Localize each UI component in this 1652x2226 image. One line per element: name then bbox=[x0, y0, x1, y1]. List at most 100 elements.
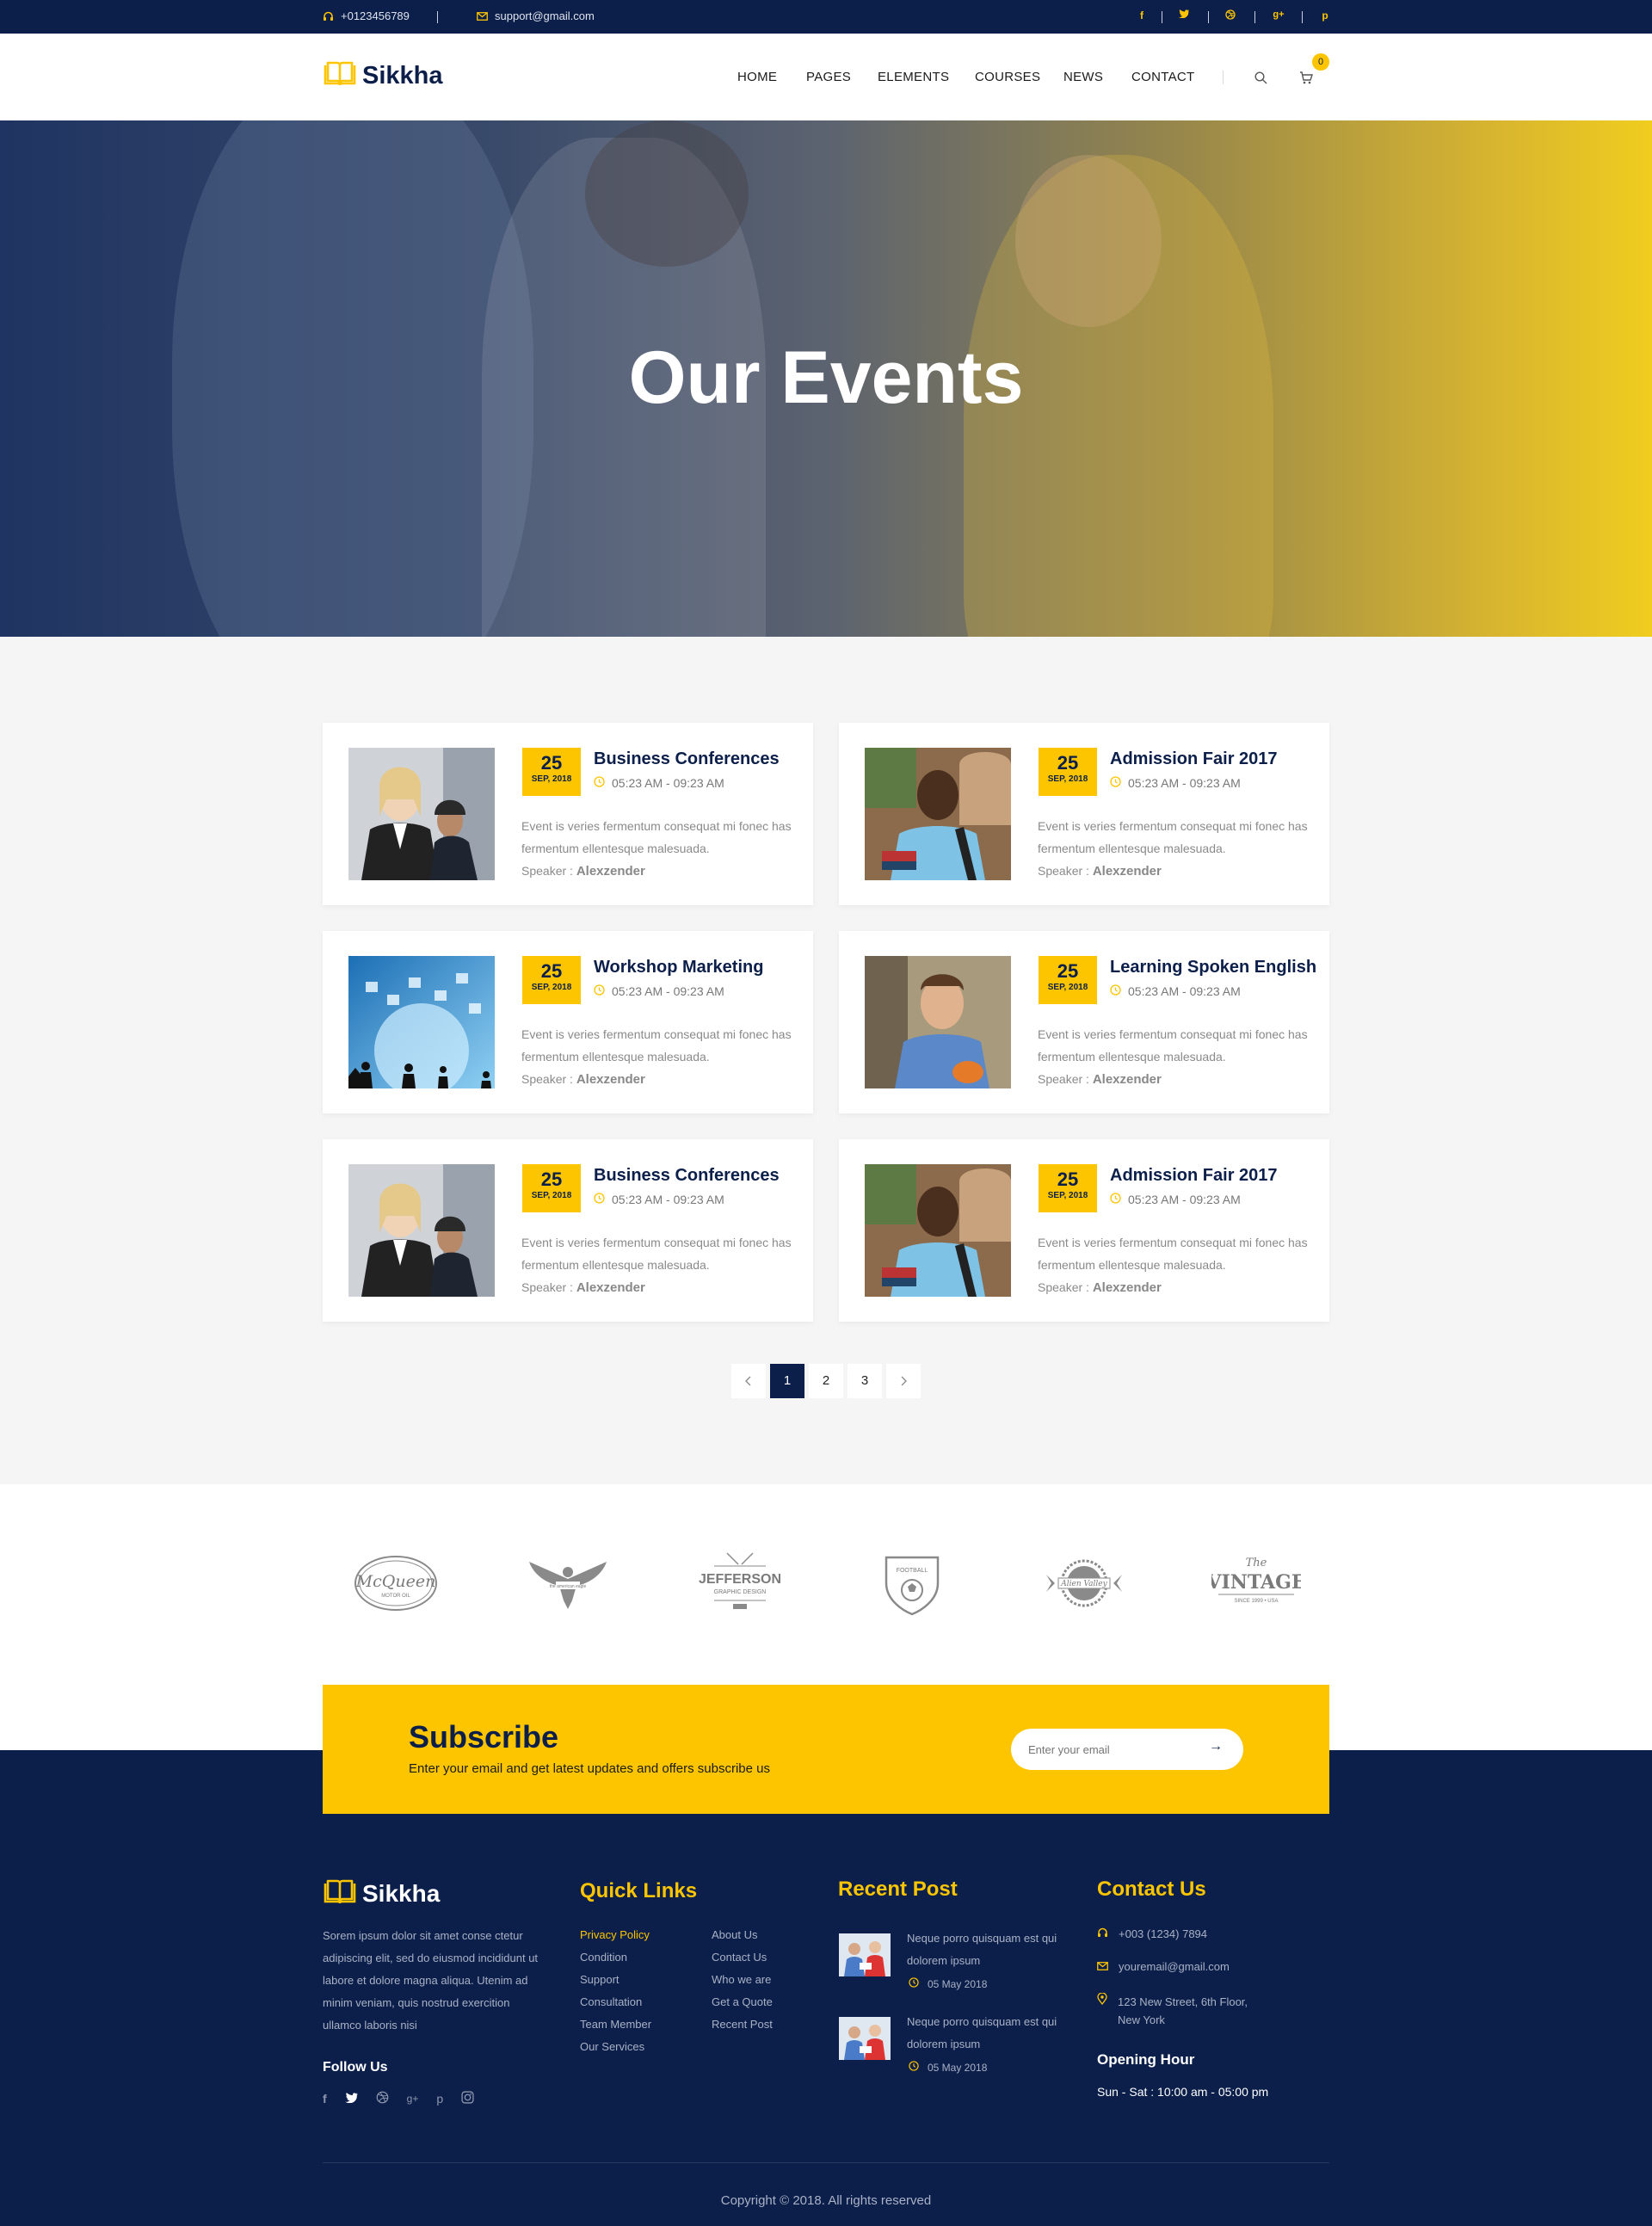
subscribe-submit-arrow-icon[interactable]: → bbox=[1209, 1739, 1223, 1754]
footer-link-condition[interactable]: Condition bbox=[580, 1951, 627, 1964]
topbar-email[interactable]: support@gmail.com bbox=[477, 9, 595, 22]
footer-link-privacy-policy[interactable]: Privacy Policy bbox=[580, 1928, 650, 1941]
headphones-icon bbox=[323, 11, 334, 22]
contact-email-text: youremail@gmail.com bbox=[1119, 1960, 1230, 1973]
speaker-label: Speaker : bbox=[521, 864, 573, 878]
event-card[interactable]: 25 SEP, 2018 Business Conferences 05:23 A… bbox=[323, 1139, 813, 1322]
facebook-icon[interactable]: f bbox=[323, 2092, 327, 2106]
footer-link-get-a-quote[interactable]: Get a Quote bbox=[712, 1995, 773, 2008]
brand-logo-jefferson: JEFFERSON GRAPHIC DESIGN bbox=[693, 1549, 787, 1618]
brand-logo-alien-valley: Alien Valley bbox=[1037, 1549, 1131, 1618]
event-date: 25 SEP, 2018 bbox=[522, 956, 581, 1004]
footer-link-team-member[interactable]: Team Member bbox=[580, 2018, 651, 2031]
search-icon[interactable] bbox=[1254, 71, 1267, 89]
contact-phone[interactable]: +003 (1234) 7894 bbox=[1097, 1927, 1207, 1940]
cart-icon[interactable] bbox=[1299, 71, 1313, 89]
event-card[interactable]: 25 SEP, 2018 Admission Fair 2017 05:23 AM… bbox=[839, 723, 1329, 905]
divider bbox=[1223, 71, 1224, 84]
dribbble-icon[interactable] bbox=[1225, 9, 1239, 20]
event-month: SEP, 2018 bbox=[531, 1191, 572, 1200]
recent-post-thumbnail[interactable] bbox=[839, 2017, 891, 2060]
topbar-phone[interactable]: +0123456789 bbox=[323, 9, 410, 22]
event-card[interactable]: 25 SEP, 2018 Workshop Marketing 05:23 AM … bbox=[323, 931, 813, 1113]
event-title[interactable]: Business Conferences bbox=[594, 749, 780, 769]
event-title[interactable]: Admission Fair 2017 bbox=[1110, 1166, 1278, 1186]
hero-photo bbox=[1015, 155, 1162, 327]
twitter-icon[interactable] bbox=[344, 2092, 358, 2106]
event-month: SEP, 2018 bbox=[531, 983, 572, 992]
book-icon bbox=[323, 61, 357, 91]
facebook-icon[interactable]: f bbox=[1135, 9, 1149, 22]
google-plus-icon[interactable]: g+ bbox=[1272, 9, 1285, 20]
footer-logo-text: Sikkha bbox=[362, 1879, 441, 1907]
footer-link-our-services[interactable]: Our Services bbox=[580, 2040, 644, 2053]
pagination-page-2[interactable]: 2 bbox=[809, 1364, 843, 1398]
nav-courses[interactable]: COURSES bbox=[975, 70, 1040, 84]
recent-post-heading: Recent Post bbox=[838, 1878, 958, 1901]
pinterest-icon[interactable]: p bbox=[1318, 9, 1332, 22]
contact-us-heading: Contact Us bbox=[1097, 1878, 1206, 1901]
event-title[interactable]: Admission Fair 2017 bbox=[1110, 749, 1278, 769]
footer-link-contact-us[interactable]: Contact Us bbox=[712, 1951, 767, 1964]
event-time-text: 05:23 AM - 09:23 AM bbox=[612, 984, 724, 998]
footer-logo[interactable]: Sikkha bbox=[323, 1879, 440, 1908]
copyright: Copyright © 2018. All rights reserved bbox=[720, 2193, 932, 2208]
pagination-page-3[interactable]: 3 bbox=[848, 1364, 882, 1398]
brand-text: MOTOR OIL bbox=[381, 1594, 410, 1599]
event-card[interactable]: 25 SEP, 2018 Business Conferences 05:23 A… bbox=[323, 723, 813, 905]
event-time-text: 05:23 AM - 09:23 AM bbox=[612, 1193, 724, 1206]
site-footer: Sikkha Sorem ipsum dolor sit amet conse … bbox=[0, 1750, 1652, 2226]
pagination-page-1[interactable]: 1 bbox=[770, 1364, 804, 1398]
event-title[interactable]: Business Conferences bbox=[594, 1166, 780, 1186]
pinterest-icon[interactable]: p bbox=[436, 2092, 443, 2106]
subscribe-text: Enter your email and get latest updates … bbox=[409, 1761, 770, 1776]
logo-text: Sikkha bbox=[362, 62, 443, 89]
event-date: 25 SEP, 2018 bbox=[1039, 748, 1097, 796]
page-title: Our Events bbox=[628, 336, 1024, 419]
event-time-text: 05:23 AM - 09:23 AM bbox=[612, 776, 724, 790]
recent-post-title[interactable]: Neque porro quisquam est qui dolorem ips… bbox=[907, 1927, 1062, 1972]
nav-home[interactable]: HOME bbox=[737, 70, 777, 84]
event-speaker: Speaker : Alexzender bbox=[1038, 1072, 1162, 1087]
event-card[interactable]: 25 SEP, 2018 Learning Spoken English 05:2… bbox=[839, 931, 1329, 1113]
site-logo[interactable]: Sikkha bbox=[323, 61, 443, 91]
twitter-icon[interactable] bbox=[1179, 9, 1193, 18]
footer-link-consultation[interactable]: Consultation bbox=[580, 1995, 642, 2008]
nav-contact[interactable]: CONTACT bbox=[1131, 70, 1194, 84]
contact-email[interactable]: youremail@gmail.com bbox=[1097, 1960, 1230, 1973]
footer-socials: f g+ p bbox=[323, 2091, 474, 2106]
event-image bbox=[865, 1164, 1011, 1297]
event-title[interactable]: Workshop Marketing bbox=[594, 958, 763, 977]
speaker-name: Alexzender bbox=[1092, 1072, 1162, 1087]
nav-news[interactable]: NEWS bbox=[1063, 70, 1103, 84]
footer-link-support[interactable]: Support bbox=[580, 1973, 620, 1986]
brand-text: GRAPHIC DESIGN bbox=[714, 1589, 767, 1595]
headphones-icon bbox=[1097, 1927, 1108, 1940]
brand-text: McQueen bbox=[355, 1572, 436, 1591]
footer-link-about-us[interactable]: About Us bbox=[712, 1928, 757, 1941]
google-plus-icon[interactable]: g+ bbox=[407, 2093, 419, 2105]
recent-post-date: 05 May 2018 bbox=[909, 1977, 987, 1990]
pagination-prev[interactable] bbox=[731, 1364, 766, 1398]
envelope-icon bbox=[1097, 1960, 1108, 1973]
clock-icon bbox=[594, 776, 605, 790]
event-title[interactable]: Learning Spoken English bbox=[1110, 958, 1316, 977]
dribbble-icon[interactable] bbox=[376, 2091, 389, 2106]
event-time: 05:23 AM - 09:23 AM bbox=[1110, 1193, 1241, 1206]
contact-address-line2: New York bbox=[1118, 2013, 1165, 2026]
recent-post-date-text: 05 May 2018 bbox=[928, 2061, 988, 2074]
instagram-icon[interactable] bbox=[461, 2091, 474, 2106]
speaker-name: Alexzender bbox=[1092, 1280, 1162, 1295]
clock-icon bbox=[1110, 984, 1121, 998]
event-day: 25 bbox=[540, 1168, 563, 1190]
recent-post-title[interactable]: Neque porro quisquam est qui dolorem ips… bbox=[907, 2011, 1062, 2056]
recent-post-thumbnail[interactable] bbox=[839, 1933, 891, 1976]
hero-photo bbox=[585, 120, 749, 267]
event-card[interactable]: 25 SEP, 2018 Admission Fair 2017 05:23 AM… bbox=[839, 1139, 1329, 1322]
divider bbox=[1302, 11, 1303, 23]
footer-link-who-we-are[interactable]: Who we are bbox=[712, 1973, 771, 1986]
pagination-next[interactable] bbox=[886, 1364, 921, 1398]
nav-pages[interactable]: PAGES bbox=[806, 70, 851, 84]
footer-link-recent-post[interactable]: Recent Post bbox=[712, 2018, 773, 2031]
nav-elements[interactable]: ELEMENTS bbox=[878, 70, 949, 84]
